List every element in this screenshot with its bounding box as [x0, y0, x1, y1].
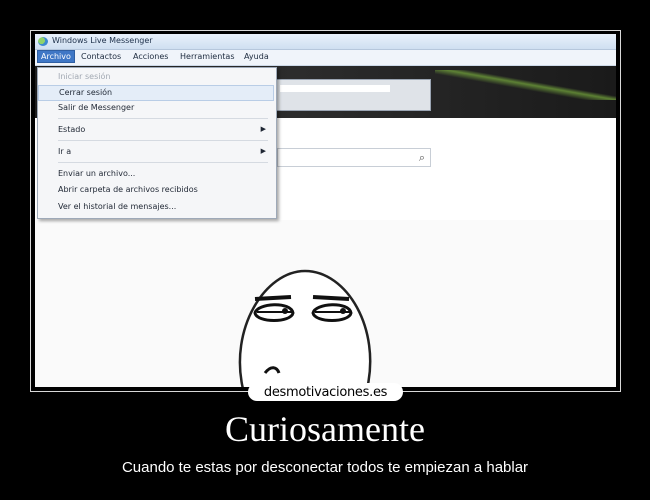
header-decoration: [435, 70, 616, 100]
menu-separator: [58, 118, 268, 119]
menu-contactos[interactable]: Contactos: [81, 52, 121, 61]
caption-title: Curiosamente: [225, 409, 425, 449]
menu-item-abrir-carpeta[interactable]: Abrir carpeta de archivos recibidos: [38, 183, 274, 197]
menu-item-salir[interactable]: Salir de Messenger: [38, 101, 274, 115]
messenger-icon: [38, 37, 48, 46]
window-title: Windows Live Messenger: [52, 36, 153, 45]
caption-subtitle: Cuando te estas por desconectar todos te…: [121, 459, 529, 476]
menu-item-historial[interactable]: Ver el historial de mensajes...: [38, 200, 274, 214]
search-icon[interactable]: ⌕: [419, 151, 425, 165]
site-watermark: desmotivaciones.es: [248, 383, 403, 401]
menu-item-iniciar-sesion: Iniciar sesión: [58, 72, 111, 81]
search-input[interactable]: ⌕: [277, 148, 431, 167]
archivo-dropdown-menu: Iniciar sesión Cerrar sesión Salir de Me…: [37, 67, 277, 219]
menu-separator: [58, 140, 268, 141]
watermark-text: desmotivaciones.es: [263, 385, 388, 400]
messenger-screenshot: Windows Live Messenger Archivo Contactos…: [35, 34, 616, 387]
chevron-right-icon: ▶: [260, 125, 266, 133]
menu-item-estado[interactable]: Estado ▶: [38, 123, 274, 137]
menu-item-enviar-archivo[interactable]: Enviar un archivo...: [38, 167, 274, 181]
personal-message-field[interactable]: [280, 85, 390, 92]
menu-separator: [58, 162, 268, 163]
suspicious-face-meme: [238, 269, 372, 387]
menu-herramientas[interactable]: Herramientas: [180, 52, 235, 61]
profile-panel[interactable]: [273, 79, 431, 111]
title-bar: Windows Live Messenger: [35, 34, 616, 50]
menu-acciones[interactable]: Acciones: [133, 52, 168, 61]
menu-item-ir-a[interactable]: Ir a ▶: [38, 145, 274, 159]
chevron-right-icon: ▶: [260, 147, 266, 155]
menu-item-cerrar-sesion[interactable]: Cerrar sesión: [38, 85, 274, 101]
menu-ayuda[interactable]: Ayuda: [244, 52, 269, 61]
menu-bar: Archivo Contactos Acciones Herramientas …: [35, 50, 616, 66]
menu-archivo[interactable]: Archivo: [37, 50, 75, 63]
